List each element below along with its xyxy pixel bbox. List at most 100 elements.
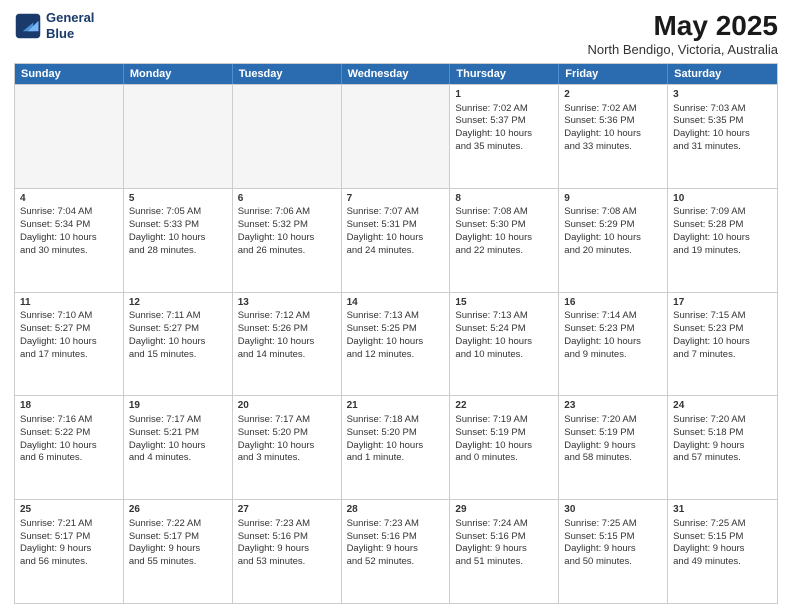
day-info-line: Sunrise: 7:05 AM: [129, 206, 227, 219]
day-info-line: Sunset: 5:20 PM: [238, 427, 336, 440]
day-info-line: and 3 minutes.: [238, 452, 336, 465]
day-number: 25: [20, 503, 118, 517]
day-info-line: and 7 minutes.: [673, 349, 772, 362]
day-info-line: and 24 minutes.: [347, 245, 445, 258]
day-info-line: Sunset: 5:16 PM: [455, 531, 553, 544]
day-info-line: Sunrise: 7:02 AM: [564, 103, 662, 116]
day-info-line: Sunrise: 7:23 AM: [238, 518, 336, 531]
day-info-line: Sunrise: 7:10 AM: [20, 310, 118, 323]
cal-row-0: 1Sunrise: 7:02 AMSunset: 5:37 PMDaylight…: [15, 84, 777, 188]
day-info-line: Daylight: 9 hours: [673, 543, 772, 556]
day-number: 30: [564, 503, 662, 517]
cal-cell: 6Sunrise: 7:06 AMSunset: 5:32 PMDaylight…: [233, 189, 342, 292]
day-info-line: Daylight: 10 hours: [564, 128, 662, 141]
day-info-line: Daylight: 10 hours: [238, 336, 336, 349]
day-info-line: Sunrise: 7:25 AM: [564, 518, 662, 531]
subtitle: North Bendigo, Victoria, Australia: [587, 42, 778, 57]
day-info-line: and 30 minutes.: [20, 245, 118, 258]
cal-cell: 4Sunrise: 7:04 AMSunset: 5:34 PMDaylight…: [15, 189, 124, 292]
day-number: 24: [673, 399, 772, 413]
day-info-line: Sunrise: 7:12 AM: [238, 310, 336, 323]
day-info-line: and 49 minutes.: [673, 556, 772, 569]
day-info-line: Sunset: 5:23 PM: [564, 323, 662, 336]
cal-cell: 30Sunrise: 7:25 AMSunset: 5:15 PMDayligh…: [559, 500, 668, 603]
calendar-body: 1Sunrise: 7:02 AMSunset: 5:37 PMDaylight…: [15, 84, 777, 603]
cal-cell: [233, 85, 342, 188]
day-info-line: Daylight: 10 hours: [347, 440, 445, 453]
cal-cell: 13Sunrise: 7:12 AMSunset: 5:26 PMDayligh…: [233, 293, 342, 396]
day-info-line: Sunrise: 7:08 AM: [455, 206, 553, 219]
calendar-header: SundayMondayTuesdayWednesdayThursdayFrid…: [15, 64, 777, 84]
day-info-line: Sunrise: 7:11 AM: [129, 310, 227, 323]
day-number: 18: [20, 399, 118, 413]
cal-cell: 27Sunrise: 7:23 AMSunset: 5:16 PMDayligh…: [233, 500, 342, 603]
day-info-line: and 14 minutes.: [238, 349, 336, 362]
day-number: 22: [455, 399, 553, 413]
day-info-line: Sunset: 5:15 PM: [673, 531, 772, 544]
day-info-line: Daylight: 10 hours: [347, 232, 445, 245]
day-info-line: Sunset: 5:23 PM: [673, 323, 772, 336]
day-info-line: Sunrise: 7:22 AM: [129, 518, 227, 531]
day-info-line: Daylight: 10 hours: [455, 128, 553, 141]
day-info-line: Daylight: 10 hours: [129, 440, 227, 453]
day-number: 17: [673, 296, 772, 310]
day-info-line: Sunrise: 7:02 AM: [455, 103, 553, 116]
day-info-line: and 10 minutes.: [455, 349, 553, 362]
day-number: 9: [564, 192, 662, 206]
day-number: 4: [20, 192, 118, 206]
cal-cell: 28Sunrise: 7:23 AMSunset: 5:16 PMDayligh…: [342, 500, 451, 603]
day-info-line: Daylight: 10 hours: [564, 232, 662, 245]
header-cell-wednesday: Wednesday: [342, 64, 451, 84]
day-info-line: Sunrise: 7:09 AM: [673, 206, 772, 219]
day-number: 26: [129, 503, 227, 517]
cal-cell: 22Sunrise: 7:19 AMSunset: 5:19 PMDayligh…: [450, 396, 559, 499]
cal-cell: 24Sunrise: 7:20 AMSunset: 5:18 PMDayligh…: [668, 396, 777, 499]
page: General Blue May 2025 North Bendigo, Vic…: [0, 0, 792, 612]
day-info-line: Daylight: 10 hours: [455, 336, 553, 349]
header: General Blue May 2025 North Bendigo, Vic…: [14, 10, 778, 57]
day-info-line: and 15 minutes.: [129, 349, 227, 362]
day-info-line: and 51 minutes.: [455, 556, 553, 569]
day-info-line: Daylight: 9 hours: [347, 543, 445, 556]
day-info-line: Sunrise: 7:17 AM: [129, 414, 227, 427]
cal-row-1: 4Sunrise: 7:04 AMSunset: 5:34 PMDaylight…: [15, 188, 777, 292]
day-info-line: Daylight: 10 hours: [455, 232, 553, 245]
day-info-line: and 53 minutes.: [238, 556, 336, 569]
day-info-line: Sunrise: 7:25 AM: [673, 518, 772, 531]
cal-cell: 7Sunrise: 7:07 AMSunset: 5:31 PMDaylight…: [342, 189, 451, 292]
day-info-line: Sunset: 5:22 PM: [20, 427, 118, 440]
header-cell-saturday: Saturday: [668, 64, 777, 84]
day-info-line: Sunrise: 7:20 AM: [673, 414, 772, 427]
day-info-line: Sunrise: 7:13 AM: [455, 310, 553, 323]
day-number: 7: [347, 192, 445, 206]
cal-cell: [342, 85, 451, 188]
logo-text: General Blue: [46, 10, 94, 41]
day-info-line: Sunset: 5:30 PM: [455, 219, 553, 232]
cal-cell: 9Sunrise: 7:08 AMSunset: 5:29 PMDaylight…: [559, 189, 668, 292]
cal-cell: 25Sunrise: 7:21 AMSunset: 5:17 PMDayligh…: [15, 500, 124, 603]
day-info-line: Sunrise: 7:07 AM: [347, 206, 445, 219]
day-number: 8: [455, 192, 553, 206]
day-info-line: Daylight: 9 hours: [564, 440, 662, 453]
day-info-line: Sunrise: 7:23 AM: [347, 518, 445, 531]
day-info-line: Daylight: 10 hours: [129, 336, 227, 349]
day-info-line: Sunset: 5:17 PM: [20, 531, 118, 544]
cal-cell: 14Sunrise: 7:13 AMSunset: 5:25 PMDayligh…: [342, 293, 451, 396]
cal-cell: 11Sunrise: 7:10 AMSunset: 5:27 PMDayligh…: [15, 293, 124, 396]
cal-cell: 17Sunrise: 7:15 AMSunset: 5:23 PMDayligh…: [668, 293, 777, 396]
day-info-line: and 22 minutes.: [455, 245, 553, 258]
day-info-line: Sunrise: 7:15 AM: [673, 310, 772, 323]
day-info-line: Sunrise: 7:06 AM: [238, 206, 336, 219]
day-info-line: Sunset: 5:34 PM: [20, 219, 118, 232]
day-info-line: and 0 minutes.: [455, 452, 553, 465]
cal-cell: 1Sunrise: 7:02 AMSunset: 5:37 PMDaylight…: [450, 85, 559, 188]
day-info-line: Sunrise: 7:19 AM: [455, 414, 553, 427]
day-number: 23: [564, 399, 662, 413]
day-info-line: Daylight: 10 hours: [455, 440, 553, 453]
day-info-line: Sunset: 5:24 PM: [455, 323, 553, 336]
day-number: 13: [238, 296, 336, 310]
day-info-line: Sunset: 5:28 PM: [673, 219, 772, 232]
cal-cell: 26Sunrise: 7:22 AMSunset: 5:17 PMDayligh…: [124, 500, 233, 603]
cal-cell: 31Sunrise: 7:25 AMSunset: 5:15 PMDayligh…: [668, 500, 777, 603]
day-info-line: Daylight: 10 hours: [673, 232, 772, 245]
